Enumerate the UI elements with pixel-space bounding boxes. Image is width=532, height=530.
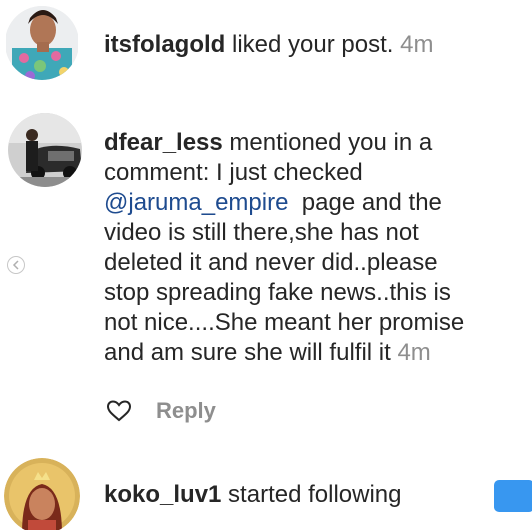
notification-liked[interactable]: itsfolagold liked your post. 4m bbox=[104, 30, 433, 60]
username[interactable]: dfear_less bbox=[104, 129, 223, 156]
notification-follow[interactable]: koko_luv1 started following bbox=[104, 480, 401, 510]
comment-line: video is still there,she has not bbox=[104, 219, 419, 246]
activity-feed: itsfolagold liked your post. 4m dfear_le… bbox=[0, 0, 532, 530]
comment-line: page and the bbox=[288, 189, 442, 216]
avatar-koko_luv1[interactable] bbox=[4, 458, 80, 530]
avatar-dfear_less[interactable] bbox=[8, 113, 82, 187]
comment-line: and am sure she will fulfil it bbox=[104, 339, 391, 366]
mention-link[interactable]: @jaruma_empire bbox=[104, 189, 288, 216]
avatar-image bbox=[8, 113, 82, 187]
username[interactable]: koko_luv1 bbox=[104, 481, 221, 508]
notification-mention[interactable]: dfear_less mentioned you in a comment: I… bbox=[104, 128, 529, 368]
avatar-image bbox=[6, 6, 78, 80]
reply-button[interactable]: Reply bbox=[106, 395, 216, 427]
notification-action: liked your post. bbox=[225, 31, 394, 58]
chevron-left-icon bbox=[12, 260, 19, 270]
avatar-image bbox=[4, 458, 80, 530]
timestamp: 4m bbox=[397, 339, 431, 366]
comment-line: comment: I just checked bbox=[104, 159, 363, 186]
comment-line: not nice....She meant her promise bbox=[104, 309, 465, 336]
mention-line: mentioned you in a bbox=[222, 129, 433, 156]
username[interactable]: itsfolagold bbox=[104, 31, 225, 58]
comment-line: deleted it and never did..please bbox=[104, 249, 438, 276]
follow-button[interactable] bbox=[494, 480, 532, 512]
avatar-itsfolagold[interactable] bbox=[6, 0, 78, 86]
heart-icon[interactable] bbox=[106, 399, 132, 423]
side-chevron-button[interactable] bbox=[7, 256, 25, 274]
notification-action: started following bbox=[221, 481, 402, 508]
timestamp: 4m bbox=[400, 31, 434, 58]
comment-line: stop spreading fake news..this is bbox=[104, 279, 451, 306]
reply-label[interactable]: Reply bbox=[156, 398, 216, 424]
